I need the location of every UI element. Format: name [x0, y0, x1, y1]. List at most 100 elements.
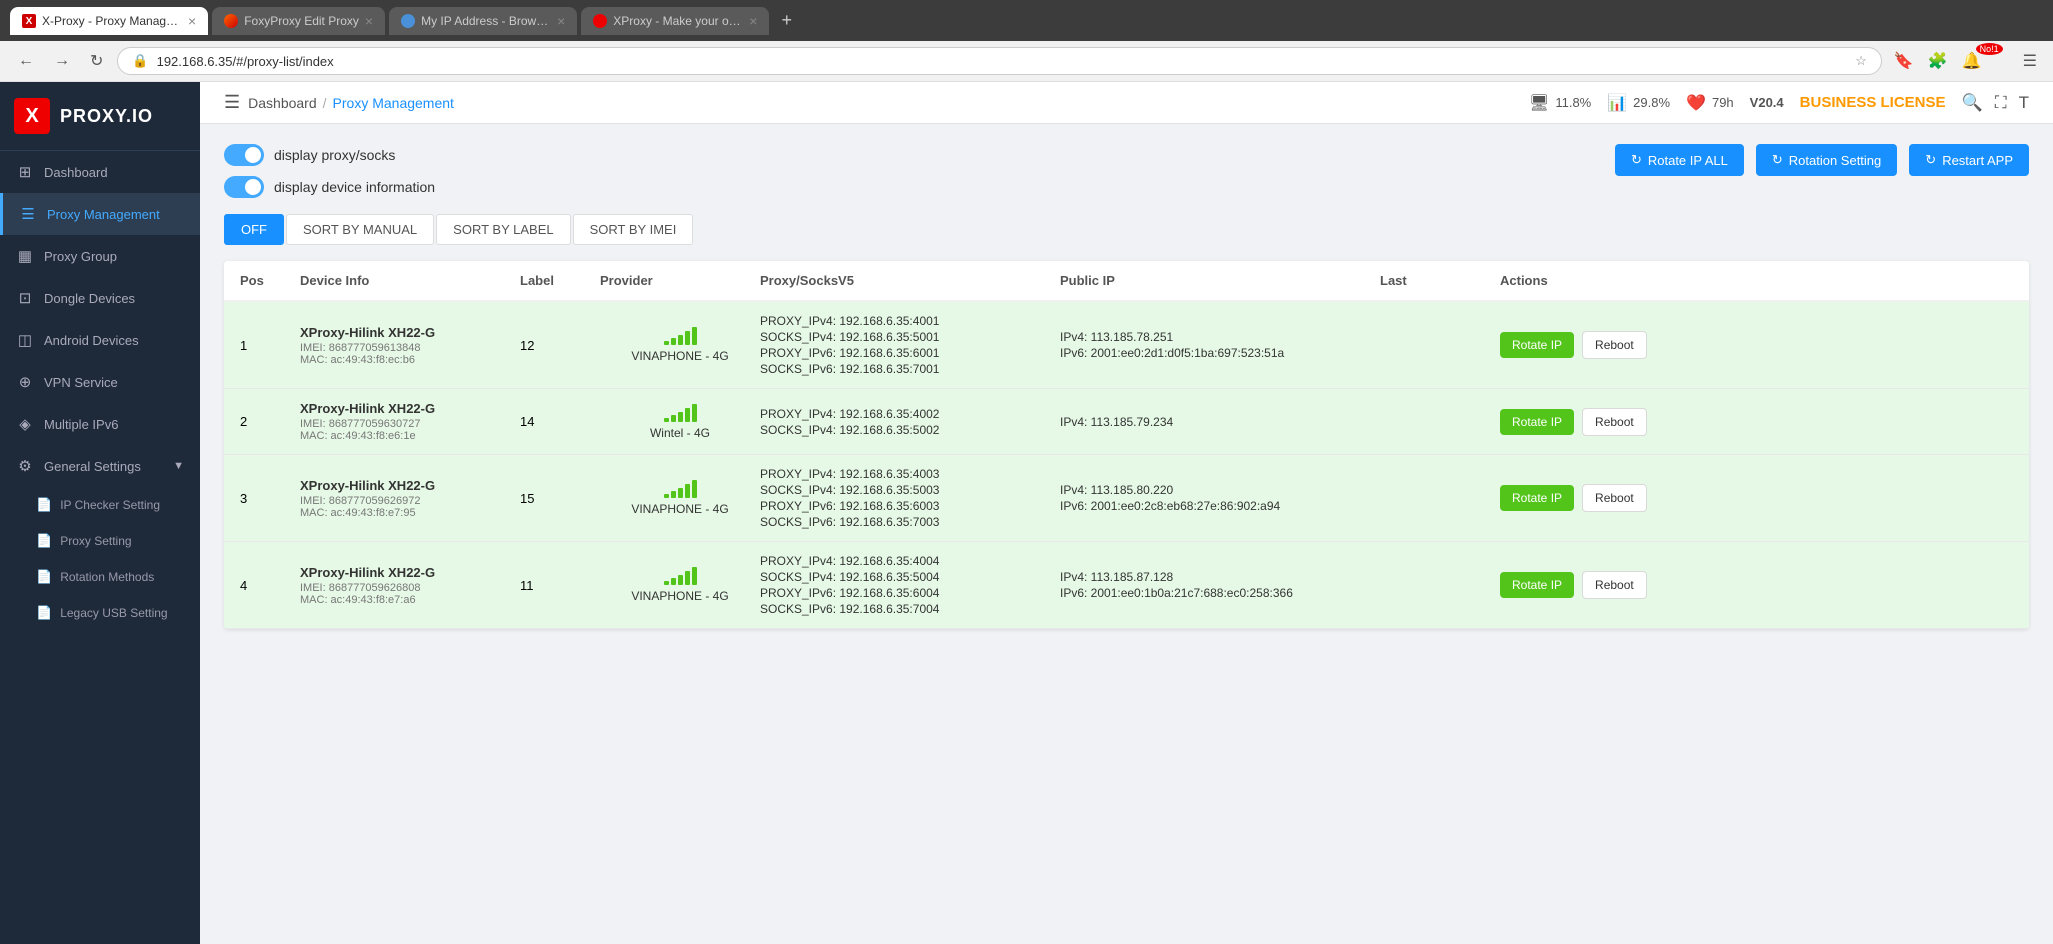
version-label: V20.4 [1750, 95, 1784, 110]
row2-rotate-button[interactable]: Rotate IP [1500, 409, 1574, 435]
proxy-group-icon: ▦ [16, 247, 34, 265]
sidebar-subitem-legacy-usb[interactable]: 📄 Legacy USB Setting [0, 595, 200, 631]
sb4-5 [692, 567, 697, 585]
row1-rotate-button[interactable]: Rotate IP [1500, 332, 1574, 358]
sort-tab-off[interactable]: OFF [224, 214, 284, 245]
extensions-icon[interactable]: 🧩 [1924, 47, 1952, 75]
row2-reboot-button[interactable]: Reboot [1582, 408, 1647, 436]
col-pos: Pos [240, 273, 300, 288]
tab-2[interactable]: FoxyProxy Edit Proxy × [212, 7, 385, 35]
col-device-info: Device Info [300, 273, 520, 288]
tab-4[interactable]: XProxy - Make your own... × [581, 7, 769, 35]
rotate-ip-all-button[interactable]: ↻ Rotate IP ALL [1615, 144, 1744, 176]
reload-button[interactable]: ↻ [84, 47, 109, 75]
tab-3-close[interactable]: × [557, 13, 565, 29]
tab-1-close[interactable]: × [188, 13, 196, 29]
sidebar-item-vpn-service[interactable]: ⊕ VPN Service [0, 361, 200, 403]
row3-reboot-button[interactable]: Reboot [1582, 484, 1647, 512]
topbar-right: 🖥 11.8% 📊 29.8% ❤️ 79h V20.4 BUSINESS LI… [1529, 93, 2029, 113]
table-header: Pos Device Info Label Provider Proxy/Soc… [224, 261, 2029, 302]
bookmark-icon[interactable]: ☆ [1855, 53, 1867, 69]
row4-proxy-3: PROXY_IPv6: 192.168.6.35:6004 [760, 586, 1060, 600]
back-button[interactable]: ← [12, 48, 40, 74]
sb2-5 [692, 404, 697, 422]
row2-pos: 2 [240, 414, 300, 429]
forward-button[interactable]: → [48, 48, 76, 74]
row4-proxy-4: SOCKS_IPv6: 192.168.6.35:7004 [760, 602, 1060, 616]
topbar-left: ☰ Dashboard / Proxy Management [224, 92, 454, 113]
sidebar-item-dashboard[interactable]: ⊞ Dashboard [0, 151, 200, 193]
tab-4-label: XProxy - Make your own... [613, 14, 743, 28]
row2-proxy-1: PROXY_IPv4: 192.168.6.35:4002 [760, 407, 1060, 421]
new-tab-button[interactable]: + [773, 6, 800, 35]
sb3-2 [671, 491, 676, 498]
restart-app-button[interactable]: ↻ Restart APP [1909, 144, 2029, 176]
row3-pos: 3 [240, 491, 300, 506]
row3-provider: VINAPHONE - 4G [600, 480, 760, 516]
sb3-4 [685, 484, 690, 498]
sidebar-item-dongle-devices[interactable]: ⊡ Dongle Devices [0, 277, 200, 319]
sort-tab-manual[interactable]: SORT BY MANUAL [286, 214, 434, 245]
row4-imei: IMEI: 868777059626808 [300, 582, 520, 594]
sidebar-item-proxy-management[interactable]: ☰ Proxy Management [0, 193, 200, 235]
row1-reboot-button[interactable]: Reboot [1582, 331, 1647, 359]
row2-mac: MAC: ac:49:43:f8:e6:1e [300, 430, 520, 442]
table-row: 3 XProxy-Hilink XH22-G IMEI: 86877705962… [224, 455, 2029, 542]
table-row: 2 XProxy-Hilink XH22-G IMEI: 86877705963… [224, 389, 2029, 455]
row4-ipv4: IPv4: 113.185.87.128 [1060, 570, 1380, 584]
menu-icon[interactable]: ☰ [2019, 47, 2041, 75]
sb3-1 [664, 494, 669, 498]
user-icon[interactable]: T [2019, 93, 2029, 113]
tab-2-close[interactable]: × [365, 13, 373, 29]
tab-3[interactable]: My IP Address - Browser t... × [389, 7, 577, 35]
sidebar-subitem-legacy-label: Legacy USB Setting [60, 606, 167, 620]
sb2-1 [664, 418, 669, 422]
restart-app-label: Restart APP [1942, 153, 2013, 168]
address-bar[interactable]: 🔒 192.168.6.35/#/proxy-list/index ☆ [117, 47, 1881, 75]
page-content: display proxy/socks display device infor… [200, 124, 2053, 944]
logo-text: PROXY.IO [60, 106, 153, 127]
toggle-device-info[interactable] [224, 176, 264, 198]
col-public-ip: Public IP [1060, 273, 1380, 288]
notification-icon[interactable]: 🔔No!1 [1958, 47, 2013, 75]
address-text: 192.168.6.35/#/proxy-list/index [157, 54, 1840, 69]
security-icon: 🔒 [132, 53, 148, 69]
breadcrumb-home[interactable]: Dashboard [248, 95, 317, 111]
row3-proxy-3: PROXY_IPv6: 192.168.6.35:6003 [760, 499, 1060, 513]
sb4-1 [664, 581, 669, 585]
sort-tab-label[interactable]: SORT BY LABEL [436, 214, 570, 245]
cpu-value: 11.8% [1555, 95, 1591, 110]
row4-rotate-button[interactable]: Rotate IP [1500, 572, 1574, 598]
tab-1[interactable]: X X-Proxy - Proxy Managemen... × [10, 7, 208, 35]
tab-4-close[interactable]: × [749, 13, 757, 29]
sidebar-item-multiple-ipv6[interactable]: ◈ Multiple IPv6 [0, 403, 200, 445]
row4-reboot-button[interactable]: Reboot [1582, 571, 1647, 599]
row3-rotate-button[interactable]: Rotate IP [1500, 485, 1574, 511]
row4-proxy-1: PROXY_IPv4: 192.168.6.35:4004 [760, 554, 1060, 568]
sidebar-item-android-devices[interactable]: ◫ Android Devices [0, 319, 200, 361]
sort-tab-imei[interactable]: SORT BY IMEI [573, 214, 694, 245]
row2-device-info: XProxy-Hilink XH22-G IMEI: 8687770596307… [300, 401, 520, 442]
action-buttons: ↻ Rotate IP ALL ↻ Rotation Setting ↻ Res… [1615, 144, 2029, 176]
sidebar-subitem-proxy-setting[interactable]: 📄 Proxy Setting [0, 523, 200, 559]
hamburger-icon[interactable]: ☰ [224, 92, 240, 113]
sidebar-subitem-ip-checker[interactable]: 📄 IP Checker Setting [0, 487, 200, 523]
rotation-setting-button[interactable]: ↻ Rotation Setting [1756, 144, 1897, 176]
pocket-icon[interactable]: 🔖 [1890, 47, 1918, 75]
toggle-proxy-socks[interactable] [224, 144, 264, 166]
row3-actions: Rotate IP Reboot [1500, 484, 1700, 512]
row2-imei: IMEI: 868777059630727 [300, 418, 520, 430]
sidebar-item-general-settings[interactable]: ⚙ General Settings ▼ [0, 445, 200, 487]
sb4-4 [685, 571, 690, 585]
fullscreen-icon[interactable]: ⛶ [1995, 93, 2007, 113]
col-last: Last [1380, 273, 1500, 288]
row2-actions: Rotate IP Reboot [1500, 408, 1700, 436]
search-icon[interactable]: 🔍 [1962, 93, 1983, 113]
app-container: X PROXY.IO ⊞ Dashboard ☰ Proxy Managemen… [0, 82, 2053, 944]
sidebar-item-proxy-group[interactable]: ▦ Proxy Group [0, 235, 200, 277]
toggle-proxy-socks-label: display proxy/socks [274, 147, 395, 163]
settings-icon: ⚙ [16, 457, 34, 475]
row4-actions: Rotate IP Reboot [1500, 571, 1700, 599]
sidebar-subitem-rotation-methods[interactable]: 📄 Rotation Methods [0, 559, 200, 595]
proxy-setting-icon: 📄 [36, 533, 52, 549]
